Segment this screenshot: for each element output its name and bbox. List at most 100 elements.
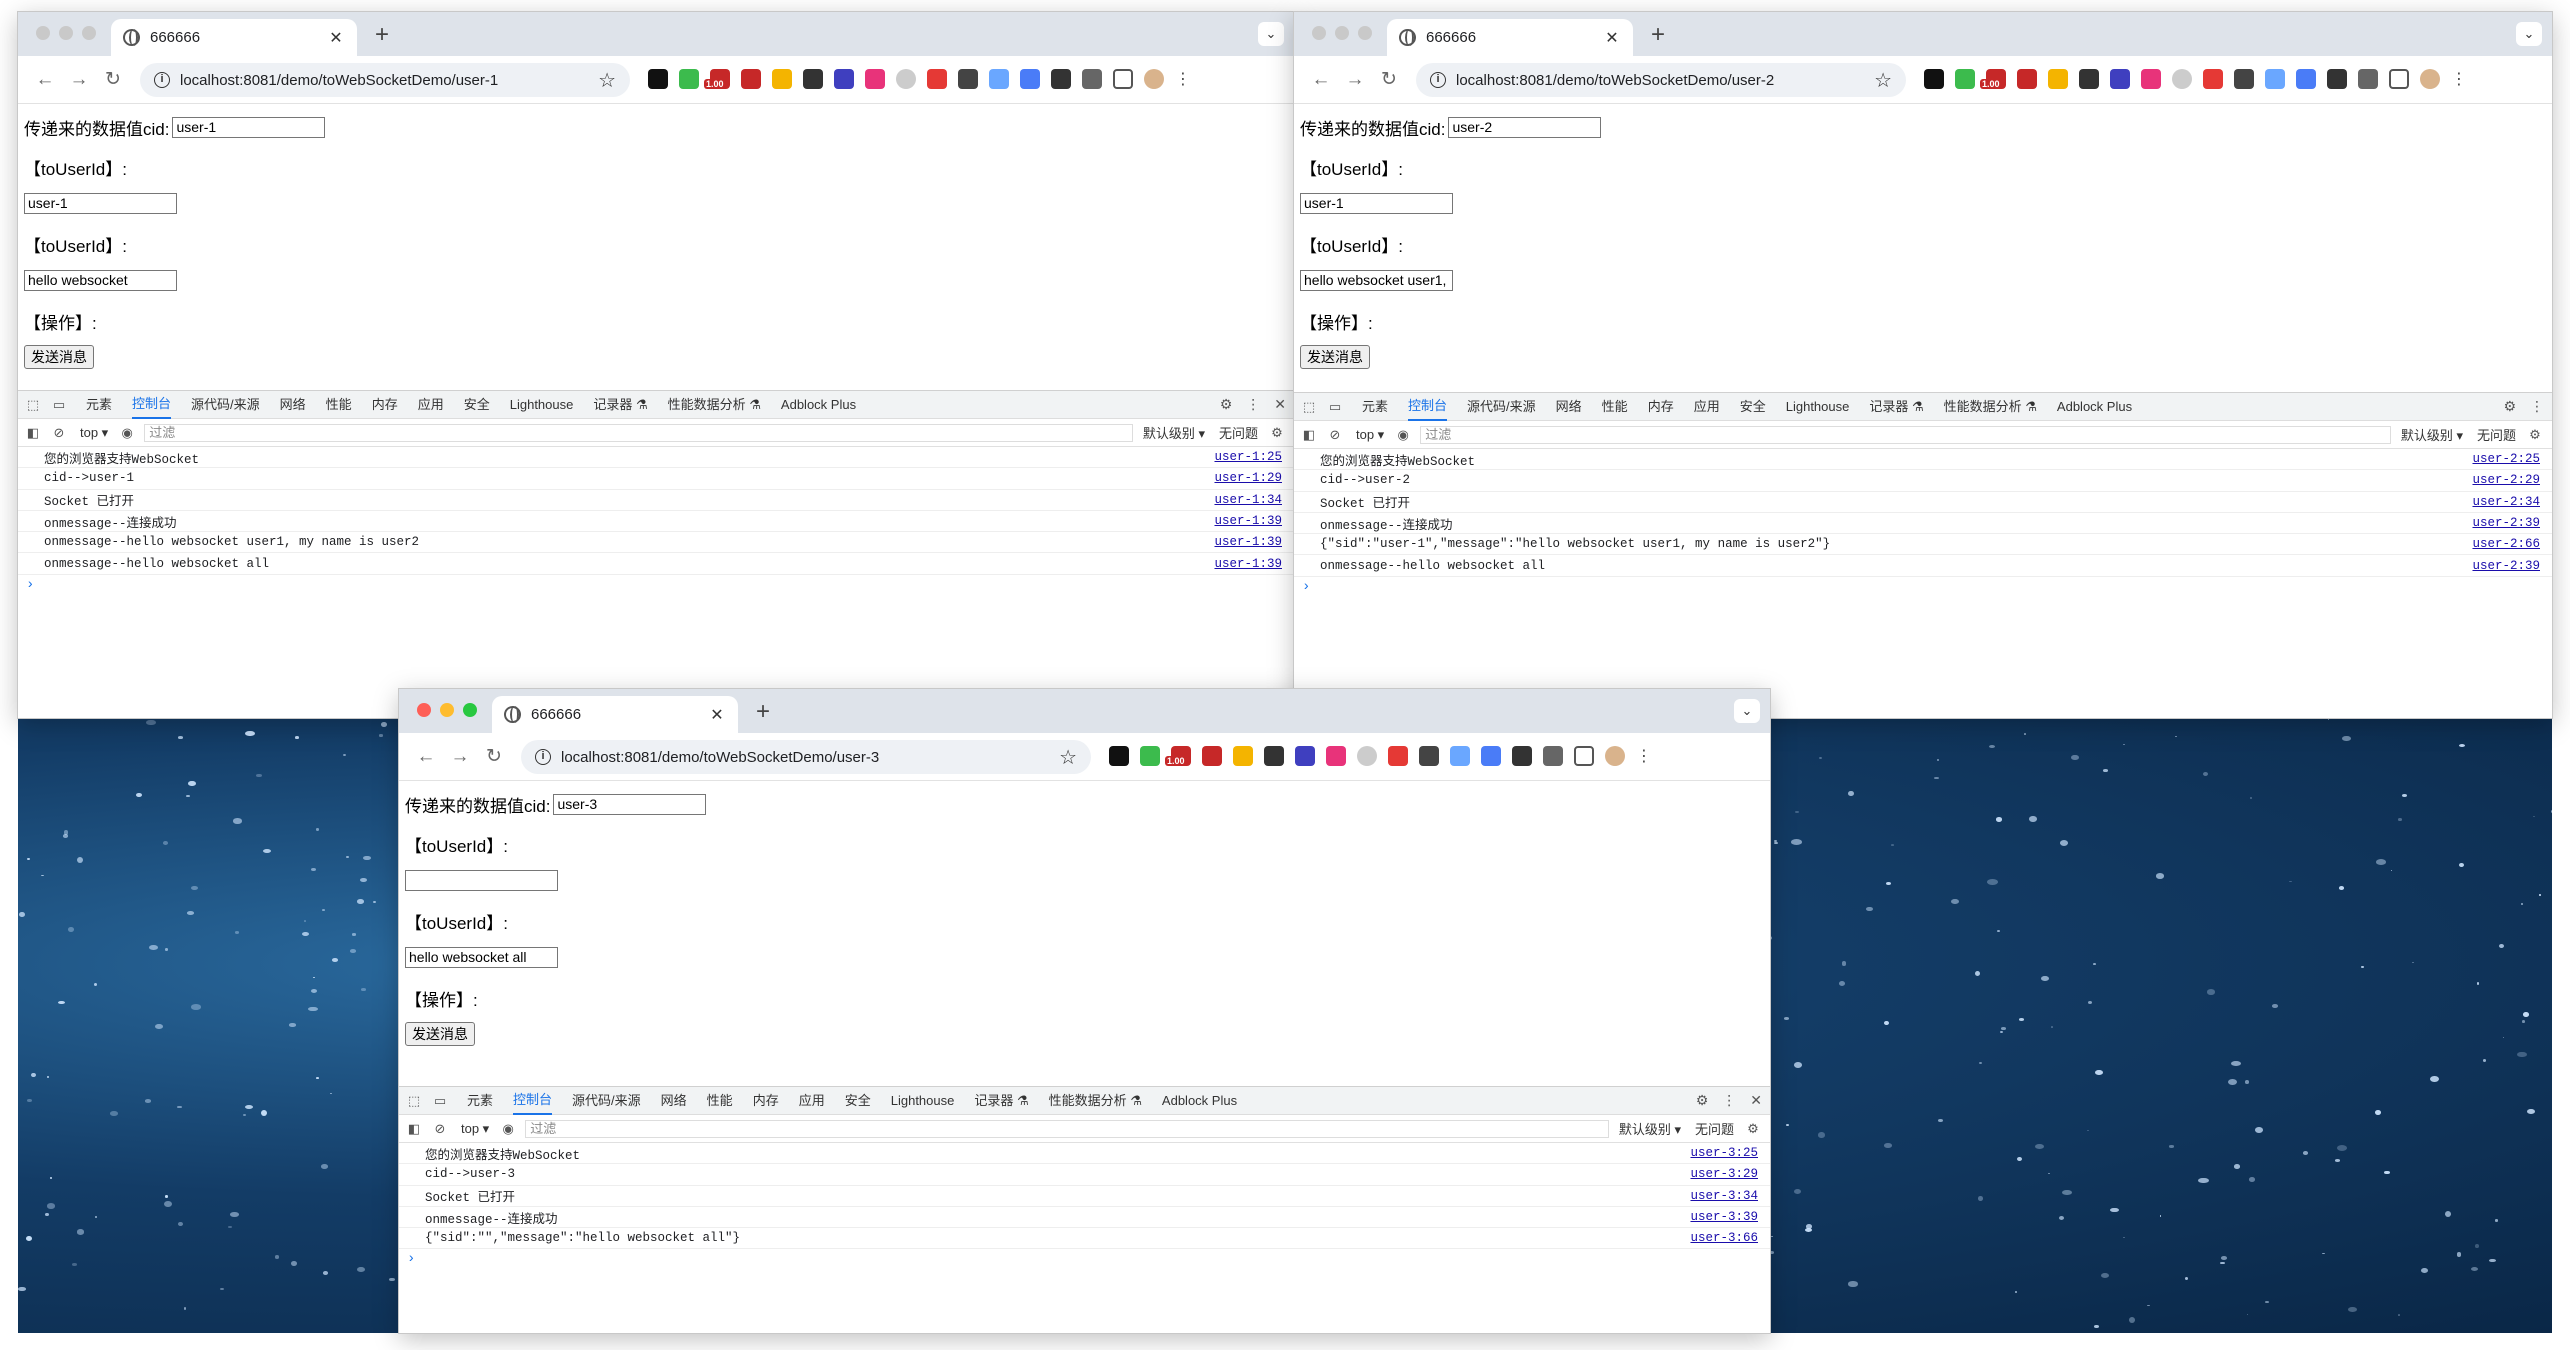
log-source-link[interactable]: user-1:39 [1214,557,1282,571]
camera-icon[interactable] [2327,69,2347,89]
avatar[interactable] [1144,69,1164,89]
forward-icon[interactable]: → [66,67,92,93]
to-user-input[interactable]: user-1 [1300,193,1453,214]
console-filter-input[interactable]: 过滤 [144,423,1133,442]
settings-gear-icon[interactable]: ⚙ [1696,1092,1709,1109]
context-selector[interactable]: top ▾ [1356,427,1384,443]
clear-console-icon[interactable]: ⊘ [1326,426,1344,444]
close-window-button[interactable] [36,26,50,40]
puzzle-green-icon[interactable] [679,69,699,89]
bookmark-star-icon[interactable]: ☆ [1874,68,1892,93]
devtools-tab[interactable]: 性能数据分析 ⚗ [1944,394,2037,420]
send-message-button[interactable]: 发送消息 [24,345,94,369]
adblock-icon[interactable] [1388,746,1408,766]
devtools-tab[interactable]: 内存 [372,392,398,418]
extensions-icon[interactable] [1543,746,1563,766]
issues-counter[interactable]: 无问题 [1219,423,1258,442]
message-input[interactable]: hello websocket [24,270,177,291]
pilcrow-icon[interactable] [803,69,823,89]
forward-icon[interactable]: → [1342,67,1368,93]
pdf-icon[interactable] [2017,69,2037,89]
window-controls[interactable] [417,703,477,717]
inspect-icon[interactable]: ⬚ [1300,398,1318,416]
log-level-dropdown[interactable]: 默认级别 ▾ [1619,1119,1681,1138]
hexagon-icon[interactable] [834,69,854,89]
device-toolbar-icon[interactable]: ▭ [431,1092,449,1110]
vpn-icon[interactable] [2234,69,2254,89]
console-prompt[interactable]: › [1294,577,2552,597]
clear-console-icon[interactable]: ⊘ [431,1120,449,1138]
devtools-tab[interactable]: 网络 [1556,394,1582,420]
sidebar-icon[interactable] [1113,69,1133,89]
issues-counter[interactable]: 无问题 [2477,425,2516,444]
screen-icon[interactable] [2265,69,2285,89]
console-prompt[interactable]: › [399,1249,1770,1269]
chrome-color-icon[interactable] [2048,69,2068,89]
log-source-link[interactable]: user-2:39 [2472,516,2540,530]
devtools-tab[interactable]: 源代码/来源 [1467,394,1536,420]
bookmark-star-icon[interactable]: ☆ [1059,745,1077,770]
log-source-link[interactable]: user-1:34 [1214,493,1282,507]
site-info-icon[interactable]: i [535,749,551,765]
browser-tab[interactable]: 666666 ✕ [1387,19,1633,56]
minimize-window-button[interactable] [59,26,73,40]
close-tab-icon[interactable]: ✕ [708,705,726,725]
new-tab-button[interactable]: + [368,21,396,49]
devtools-tab[interactable]: 性能 [707,1088,733,1114]
pilcrow-icon[interactable] [1264,746,1284,766]
devtools-tab[interactable]: Adblock Plus [781,392,856,418]
devtools-tab[interactable]: Lighthouse [1786,394,1850,420]
devtools-tab[interactable]: 性能 [326,392,352,418]
to-user-input[interactable]: user-1 [24,193,177,214]
eye-icon[interactable]: ◉ [118,424,136,442]
browser-tab[interactable]: 666666 ✕ [492,696,738,733]
send-message-button[interactable]: 发送消息 [1300,345,1370,369]
log-level-dropdown[interactable]: 默认级别 ▾ [1143,423,1205,442]
address-bar[interactable]: i localhost:8081/demo/toWebSocketDemo/use… [1416,63,1906,97]
log-source-link[interactable]: user-1:25 [1214,450,1282,464]
devtools-tab[interactable]: 元素 [86,392,112,418]
puzzle-green-icon[interactable] [1140,746,1160,766]
console-prompt[interactable]: › [18,575,1294,595]
avatar[interactable] [1605,746,1625,766]
devtools-tab[interactable]: 性能 [1602,394,1628,420]
devtools-menu-icon[interactable]: ⋮ [1246,396,1260,413]
zoom-window-button[interactable] [82,26,96,40]
clear-console-icon[interactable]: ⊘ [50,424,68,442]
sidebar-icon[interactable] [2389,69,2409,89]
console-filter-input[interactable]: 过滤 [525,1119,1609,1138]
devtools-tab[interactable]: 记录器 ⚗ [974,1088,1028,1114]
vpn-icon[interactable] [1419,746,1439,766]
url-text[interactable]: localhost:8081/demo/toWebSocketDemo/user… [180,72,598,89]
devtools-tab[interactable]: 安全 [464,392,490,418]
devtools-tab[interactable]: 控制台 [132,391,172,419]
devtools-tab[interactable]: 控制台 [513,1087,553,1115]
hexagon-icon[interactable] [2110,69,2130,89]
blue-square-icon[interactable] [1020,69,1040,89]
chrome-color-icon[interactable] [772,69,792,89]
tag-badge-icon[interactable] [704,69,730,89]
zoom-window-button[interactable] [1358,26,1372,40]
cid-input[interactable]: user-1 [172,117,326,138]
url-text[interactable]: localhost:8081/demo/toWebSocketDemo/user… [561,749,1059,766]
ghost-icon[interactable] [2172,69,2192,89]
close-devtools-icon[interactable]: ✕ [1750,1092,1762,1109]
devtools-tab[interactable]: 源代码/来源 [191,392,260,418]
address-bar[interactable]: i localhost:8081/demo/toWebSocketDemo/use… [521,740,1091,774]
close-tab-icon[interactable]: ✕ [1603,28,1621,48]
sidebar-toggle-icon[interactable]: ◧ [405,1120,423,1138]
new-tab-button[interactable]: + [749,698,777,726]
log-source-link[interactable]: user-3:25 [1690,1146,1758,1160]
chrome-color-icon[interactable] [1233,746,1253,766]
translate-icon[interactable] [2141,69,2161,89]
forward-icon[interactable]: → [447,744,473,770]
browser-menu-icon[interactable]: ⋮ [2451,69,2467,89]
blue-square-icon[interactable] [1481,746,1501,766]
zoom-window-button[interactable] [463,703,477,717]
log-source-link[interactable]: user-2:34 [2472,495,2540,509]
inspect-icon[interactable]: ⬚ [405,1092,423,1110]
log-level-dropdown[interactable]: 默认级别 ▾ [2401,425,2463,444]
extensions-icon[interactable] [1082,69,1102,89]
extensions-icon[interactable] [2358,69,2378,89]
devtools-tab[interactable]: 性能数据分析 ⚗ [668,392,761,418]
